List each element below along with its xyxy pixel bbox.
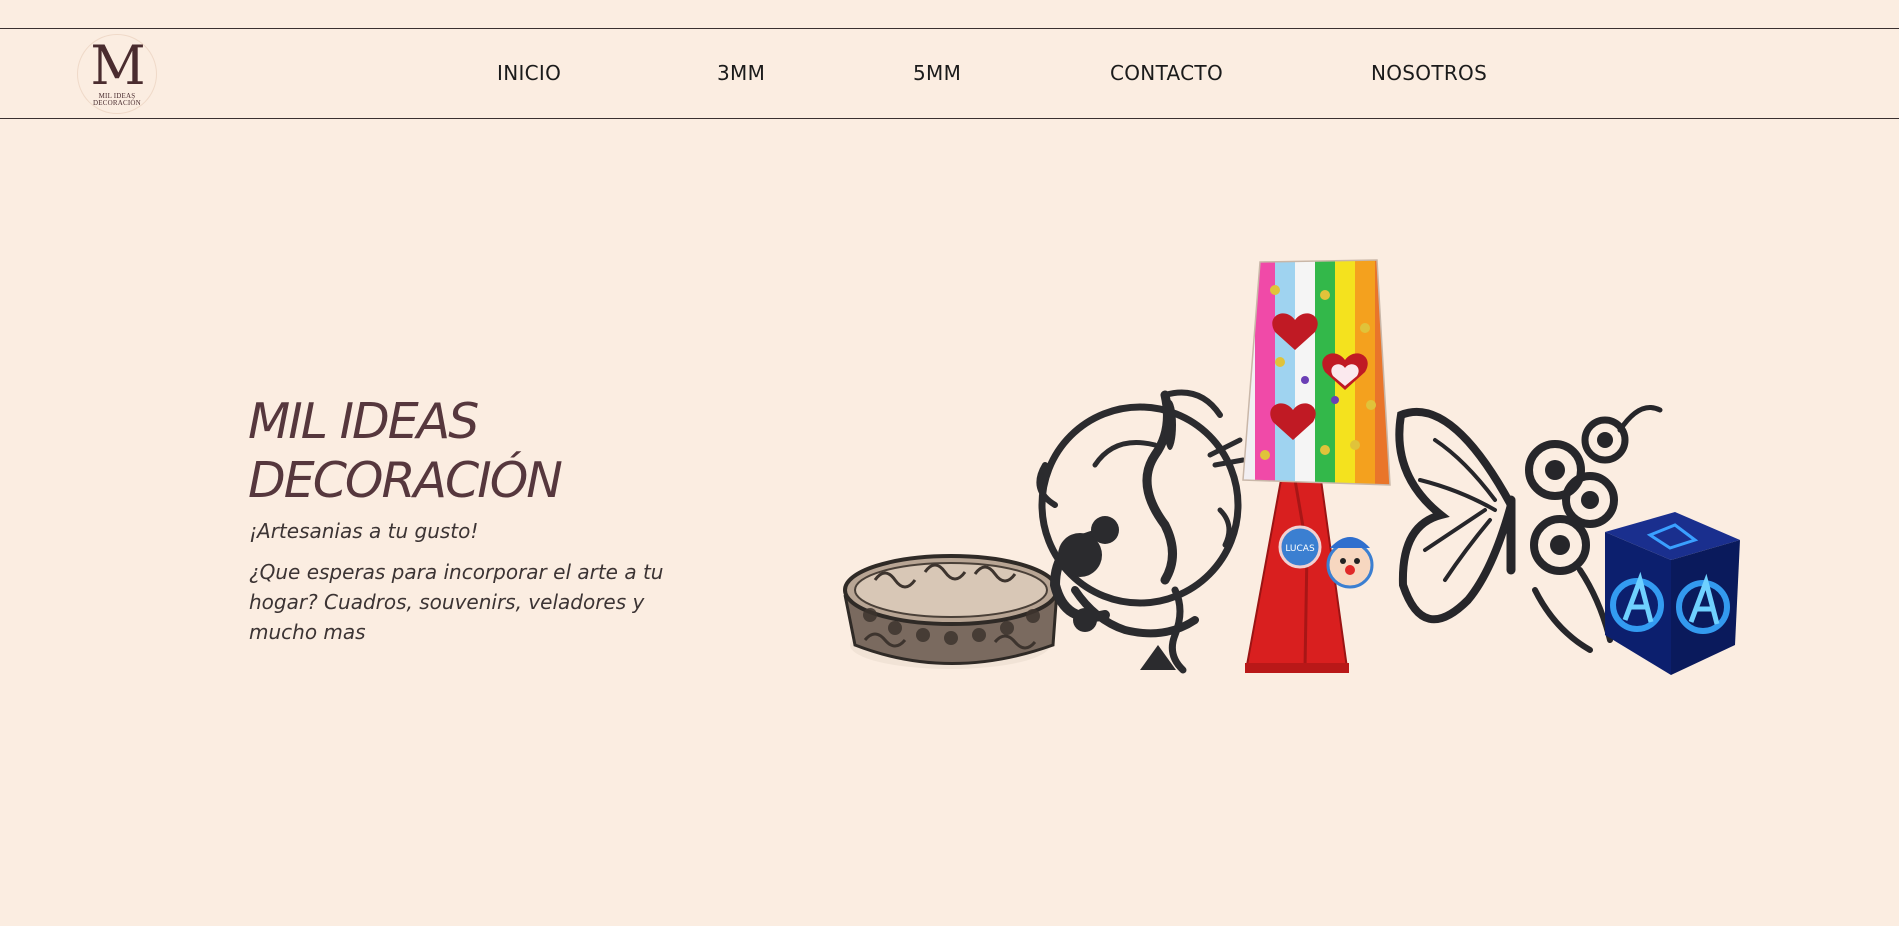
lamp-badge-text: LUCAS xyxy=(1285,544,1315,554)
nav-link-5mm[interactable]: 5MM xyxy=(913,29,961,118)
hummingbird-frame-image xyxy=(1036,389,1246,674)
nav-link-3mm[interactable]: 3MM xyxy=(717,29,765,118)
wooden-basket-image xyxy=(843,554,1059,669)
nav-link-contacto[interactable]: CONTACTO xyxy=(1110,29,1223,118)
hero-title-line-1: MIL IDEAS xyxy=(248,393,479,450)
nav-link-nosotros[interactable]: NOSOTROS xyxy=(1371,29,1487,118)
hero-title-line-2: DECORACIÓN xyxy=(248,452,563,509)
top-navbar: M MIL IDEAS DECORACIÓN INICIO 3MM 5MM CO… xyxy=(0,28,1899,119)
brand-logo[interactable]: M MIL IDEAS DECORACIÓN xyxy=(78,35,156,113)
hero-title: MIL IDEAS DECORACIÓN xyxy=(248,392,708,510)
avengers-cube-image xyxy=(1605,512,1740,675)
logo-letter: M xyxy=(90,34,145,97)
hero-tagline: ¡Artesanias a tu gusto! xyxy=(249,519,479,543)
logo-line-2: DECORACIÓN xyxy=(93,99,141,107)
nav-link-inicio[interactable]: INICIO xyxy=(497,29,561,118)
hero-description: ¿Que esperas para incorporar el arte a t… xyxy=(249,560,664,644)
rainbow-lamp-image: LUCAS xyxy=(1242,259,1391,673)
product-collage-image: LUCAS xyxy=(835,250,1745,680)
